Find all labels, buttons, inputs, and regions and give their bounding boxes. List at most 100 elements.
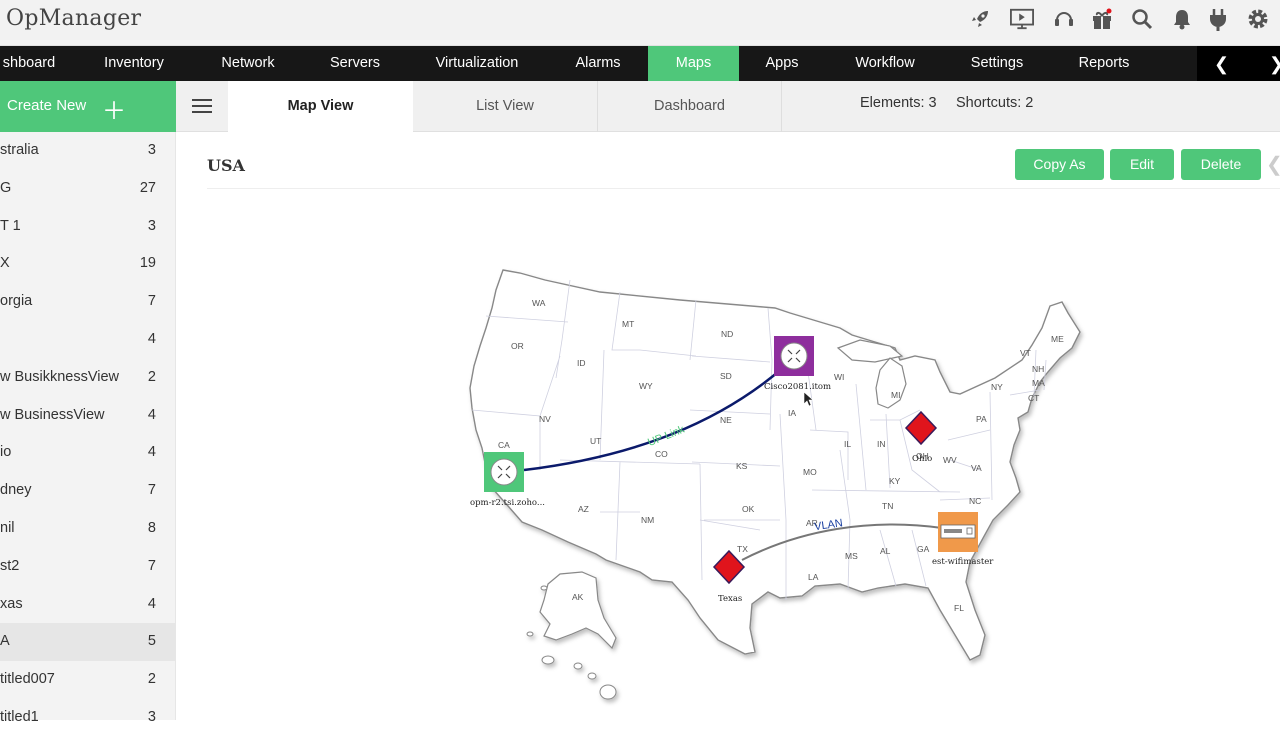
map-name: w BusinessView: [0, 406, 105, 423]
map-list-item[interactable]: titled007 2: [0, 661, 176, 699]
state-label: OR: [511, 341, 524, 351]
map-list-item[interactable]: titled1 3: [0, 699, 176, 737]
state-label: TN: [882, 501, 893, 511]
tab-dashboard[interactable]: Dashboard: [598, 81, 782, 132]
node-label-opm: opm-r2.tsi.zoho...: [470, 498, 546, 508]
state-label: KY: [889, 476, 901, 486]
elements-count: Elements: 3: [860, 95, 937, 111]
map-list-item[interactable]: stralia 3: [0, 132, 176, 170]
bell-icon[interactable]: [1170, 6, 1194, 32]
chevron-left-icon[interactable]: ❮: [1266, 152, 1280, 177]
map-list-item[interactable]: T 1 3: [0, 208, 176, 246]
state-label: TX: [737, 544, 748, 554]
switch-node-wifimaster[interactable]: [938, 512, 978, 552]
state-label: NH: [1032, 364, 1044, 374]
nav-settings[interactable]: Settings: [958, 46, 1036, 81]
nav-network[interactable]: Network: [208, 46, 288, 81]
map-list-item[interactable]: G 27: [0, 170, 176, 208]
map-element-count: 19: [139, 255, 156, 272]
state-label: VT: [1020, 348, 1031, 358]
tab-map-view[interactable]: Map View: [228, 81, 413, 132]
shortcuts-count: Shortcuts: 2: [956, 95, 1034, 111]
map-list-item[interactable]: nil 8: [0, 510, 176, 548]
state-label: OK: [742, 504, 755, 514]
hamburger-menu-icon[interactable]: [192, 99, 212, 113]
nav-workflow[interactable]: Workflow: [842, 46, 928, 81]
presentation-icon[interactable]: [1010, 6, 1034, 32]
map-name: dney: [0, 482, 32, 499]
state-label: LA: [808, 572, 819, 582]
state-label: NY: [991, 382, 1003, 392]
map-name: titled007: [0, 671, 55, 688]
nav-reports[interactable]: Reports: [1066, 46, 1142, 81]
nav-inventory[interactable]: Inventory: [90, 46, 178, 81]
map-list-item[interactable]: orgia 7: [0, 283, 176, 321]
app-title: OpManager: [6, 6, 142, 31]
router-node-opm[interactable]: [484, 452, 524, 492]
map-element-count: 7: [147, 557, 156, 574]
map-name: T 1: [0, 217, 21, 234]
node-label-texas: Texas: [718, 594, 743, 604]
map-name: xas: [0, 595, 23, 612]
map-element-count: 5: [147, 633, 156, 650]
state-label: NV: [539, 414, 551, 424]
headset-icon[interactable]: [1052, 6, 1076, 32]
delete-button[interactable]: Delete: [1181, 149, 1261, 180]
top-bar: OpManager: [0, 0, 1280, 46]
map-element-count: 7: [147, 482, 156, 499]
map-list-item[interactable]: io 4: [0, 434, 176, 472]
state-label: ME: [1051, 334, 1064, 344]
nav-virtualization[interactable]: Virtualization: [422, 46, 532, 81]
usa-map: WA MT OR ID ND SD WY MN WI MI NV UT CA C…: [420, 200, 1140, 720]
map-element-count: 3: [147, 217, 156, 234]
map-list-item[interactable]: dney 7: [0, 472, 176, 510]
gift-icon[interactable]: [1090, 6, 1114, 32]
state-label: WV: [943, 455, 957, 465]
state-label: MS: [845, 551, 858, 561]
copy-as-button[interactable]: Copy As: [1015, 149, 1104, 180]
map-list-item[interactable]: xas 4: [0, 586, 176, 624]
map-list-item[interactable]: st2 7: [0, 548, 176, 586]
state-label: MI: [891, 390, 900, 400]
chevron-right-icon[interactable]: ❯: [1269, 54, 1280, 75]
create-new-button[interactable]: Create New ＋: [0, 81, 176, 132]
state-label: UT: [590, 436, 601, 446]
map-list-item[interactable]: w BusikknessView 2: [0, 359, 176, 397]
nav-dashboard[interactable]: shboard: [0, 46, 58, 81]
tab-list-view[interactable]: List View: [413, 81, 598, 132]
plug-icon[interactable]: [1206, 6, 1230, 32]
state-label: WA: [532, 298, 546, 308]
state-label: GA: [917, 544, 930, 554]
rocket-icon[interactable]: [968, 6, 992, 32]
divider: [207, 188, 1280, 189]
map-list-item[interactable]: 4: [0, 321, 176, 359]
nav-maps[interactable]: Maps: [648, 46, 739, 81]
chevron-left-icon[interactable]: ❮: [1214, 54, 1229, 75]
state-label: AZ: [578, 504, 589, 514]
router-node-cisco[interactable]: [774, 336, 814, 376]
map-element-count: 2: [147, 671, 156, 688]
state-label: PA: [976, 414, 987, 424]
map-name: X: [0, 255, 10, 272]
map-element-count: 3: [147, 142, 156, 158]
state-label: WI: [834, 372, 844, 382]
search-icon[interactable]: [1130, 6, 1154, 32]
map-name: titled1: [0, 709, 39, 725]
nav-servers[interactable]: Servers: [318, 46, 392, 81]
map-name: orgia: [0, 293, 33, 310]
map-title: USA: [207, 156, 245, 175]
map-element-count: 4: [147, 444, 156, 461]
state-label: MO: [803, 467, 817, 477]
map-name: w BusikknessView: [0, 368, 120, 385]
nav-apps[interactable]: Apps: [752, 46, 812, 81]
state-label: KS: [736, 461, 748, 471]
map-element-count: 3: [147, 709, 156, 725]
edit-button[interactable]: Edit: [1110, 149, 1174, 180]
nav-scroll-arrows: ❮ ❯: [1197, 46, 1280, 81]
nav-alarms[interactable]: Alarms: [562, 46, 634, 81]
map-name: A: [0, 633, 10, 650]
gear-icon[interactable]: [1246, 6, 1270, 32]
map-list-item[interactable]: w BusinessView 4: [0, 397, 176, 435]
map-list-item[interactable]: A5: [0, 623, 176, 662]
map-list-item[interactable]: X 19: [0, 245, 176, 283]
